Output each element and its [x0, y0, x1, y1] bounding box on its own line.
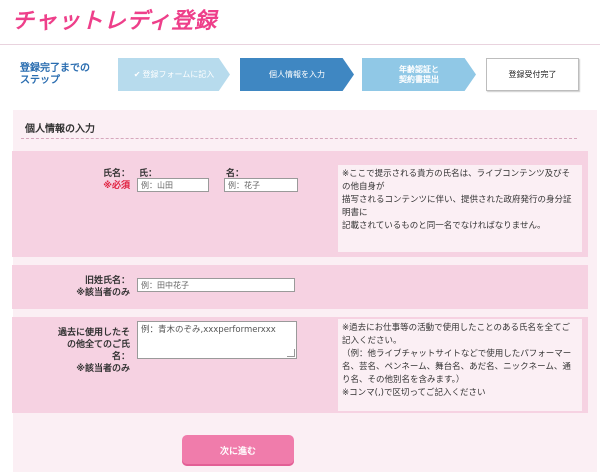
- step-personal-info: 個人情報を入力: [240, 58, 354, 91]
- step-form-entry: ✔ 登録フォームに記入: [118, 58, 230, 91]
- name-row: 氏名： ※必須 氏： 例：山田 名： 例：花子 ※ここで提示される貴方の氏名は、…: [12, 151, 588, 257]
- header-divider: [0, 44, 600, 45]
- required-mark: ※必須: [103, 181, 130, 191]
- resize-handle-icon[interactable]: [287, 349, 295, 357]
- other-names-note: ※過去にお仕事等の活動で使用したことのある氏名を全てご記入ください。 （例：他ラ…: [338, 319, 582, 411]
- page-title: チャットレディ登録: [12, 9, 218, 34]
- maiden-name-label: 旧姓氏名： ※該当者のみ: [76, 276, 130, 298]
- surname-input[interactable]: 例：山田: [137, 178, 209, 192]
- steps-label: 登録完了までの ステップ: [20, 63, 90, 86]
- name-note: ※ここで提示される貴方の氏名は、ライブコンテンツ及びその他自身が 描写されるコン…: [338, 165, 582, 252]
- other-names-row: 過去に使用したそ の他全てのご氏 名： ※該当者のみ 例：青木のぞみ,xxxpe…: [12, 317, 588, 413]
- maiden-name-row: 旧姓氏名： ※該当者のみ 例：田中花子: [12, 265, 588, 309]
- section-title: 個人情報の入力: [25, 124, 95, 135]
- given-name-input[interactable]: 例：花子: [224, 178, 298, 192]
- other-names-textarea[interactable]: 例：青木のぞみ,xxxperformerxxx: [137, 321, 297, 359]
- step-registration-complete: 登録受付完了: [486, 58, 579, 91]
- progress-steps: 登録完了までの ステップ ✔ 登録フォームに記入 個人情報を入力 年齢認証と 契…: [0, 48, 600, 106]
- next-button[interactable]: 次に進む: [182, 435, 294, 466]
- maiden-name-input[interactable]: 例：田中花子: [137, 278, 295, 292]
- other-names-label: 過去に使用したそ の他全てのご氏 名： ※該当者のみ: [57, 328, 130, 374]
- step-age-verification: 年齢認証と 契約書提出: [362, 58, 476, 91]
- name-label: 氏名： ※必須: [72, 168, 130, 192]
- section-divider: [21, 138, 577, 139]
- checkmark-icon: ✔: [133, 69, 141, 79]
